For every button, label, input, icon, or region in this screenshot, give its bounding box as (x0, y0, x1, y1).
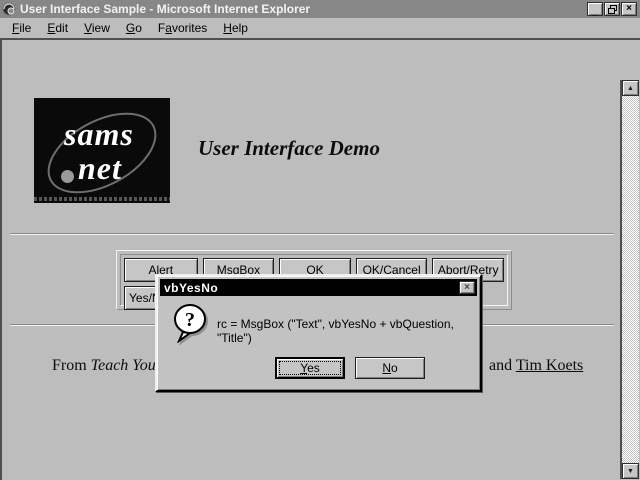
logo-dot-icon (61, 170, 74, 183)
vertical-scrollbar[interactable]: ▲ ▼ (620, 80, 639, 479)
no-button[interactable]: No (355, 357, 425, 379)
dialog-titlebar[interactable]: vbYesNo × (160, 279, 477, 296)
svg-text:?: ? (185, 309, 195, 331)
logo-text-net: net (78, 150, 122, 187)
scroll-up-button[interactable]: ▲ (622, 80, 639, 96)
logo-dither-strip (34, 197, 170, 201)
window-title: User Interface Sample - Microsoft Intern… (20, 0, 587, 18)
menu-edit[interactable]: Edit (39, 21, 76, 35)
ie-globe-icon (2, 2, 16, 16)
yes-button[interactable]: Yes (275, 357, 345, 379)
tim-koets-link[interactable]: Tim Koets (516, 357, 583, 374)
credit-text-left: From Teach You (52, 357, 156, 375)
close-button[interactable]: × (621, 2, 637, 16)
vbyesno-dialog: vbYesNo × ? rc = MsgBox ("Text", vbYesNo… (155, 274, 482, 392)
horizontal-rule-top (10, 233, 614, 235)
dialog-message: rc = MsgBox ("Text", vbYesNo + vbQuestio… (217, 317, 474, 345)
menu-favorites[interactable]: Favorites (150, 21, 215, 35)
dialog-close-button[interactable]: × (459, 281, 475, 294)
page-title: User Interface Demo (198, 136, 380, 161)
menu-view[interactable]: View (76, 21, 118, 35)
arrow-up-icon: ▲ (627, 85, 634, 92)
menubar: File Edit View Go Favorites Help (0, 18, 640, 38)
titlebar[interactable]: User Interface Sample - Microsoft Intern… (0, 0, 640, 18)
scroll-down-button[interactable]: ▼ (622, 463, 639, 479)
minimize-button[interactable]: _ (587, 2, 603, 16)
menu-help[interactable]: Help (215, 21, 256, 35)
arrow-down-icon: ▼ (627, 468, 634, 475)
restore-button[interactable] (604, 2, 620, 16)
credit-text-right: and Tim Koets (489, 357, 583, 375)
menu-file[interactable]: File (4, 21, 39, 35)
samsnet-logo: sams net (34, 98, 170, 203)
page-content: sams net User Interface Demo Alert MsgBo… (0, 38, 640, 480)
question-balloon-icon: ? (171, 303, 209, 348)
logo-text-sams: sams (64, 116, 134, 153)
browser-window: User Interface Sample - Microsoft Intern… (0, 0, 640, 480)
menu-go[interactable]: Go (118, 21, 150, 35)
book-title-fragment: Teach You (91, 357, 156, 374)
dialog-title: vbYesNo (160, 281, 459, 295)
restore-icon (608, 5, 617, 14)
